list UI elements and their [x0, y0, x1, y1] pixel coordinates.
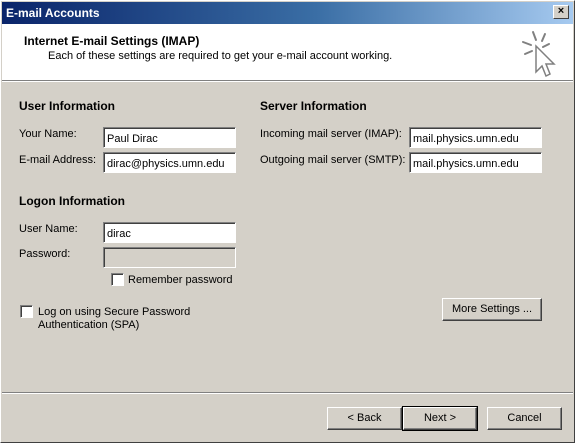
your-name-field[interactable] [103, 127, 236, 148]
outgoing-server-label: Outgoing mail server (SMTP): [260, 154, 406, 166]
close-button[interactable]: × [553, 5, 569, 19]
cancel-button[interactable]: Cancel [487, 407, 562, 430]
incoming-server-label: Incoming mail server (IMAP): [260, 128, 402, 140]
more-settings-button[interactable]: More Settings ... [442, 298, 542, 321]
your-name-label: Your Name: [19, 128, 77, 140]
spa-checkbox[interactable] [20, 305, 33, 318]
email-accounts-dialog: E-mail Accounts × Internet E-mail Settin… [0, 0, 575, 443]
next-button[interactable]: Next > [402, 406, 478, 431]
cursor-sparkle-icon [522, 31, 556, 78]
email-address-field[interactable] [103, 152, 236, 173]
title-bar[interactable]: E-mail Accounts × [2, 2, 573, 24]
user-info-heading: User Information [19, 99, 116, 113]
email-address-label: E-mail Address: [19, 154, 97, 166]
header-panel: Internet E-mail Settings (IMAP) Each of … [2, 24, 573, 80]
outgoing-server-field[interactable] [409, 152, 542, 173]
remember-password-label: Remember password [128, 274, 233, 286]
footer-divider [2, 392, 573, 394]
window-title: E-mail Accounts [6, 6, 100, 20]
back-button[interactable]: < Back [327, 407, 402, 430]
header-subtitle: Each of these settings are required to g… [48, 50, 393, 62]
close-icon: × [557, 5, 565, 17]
remember-password-checkbox[interactable] [111, 273, 124, 286]
user-name-label: User Name: [19, 223, 78, 235]
server-info-heading: Server Information [260, 99, 367, 113]
header-divider [2, 80, 573, 82]
spa-label-line2: Authentication (SPA) [38, 319, 140, 331]
password-field[interactable] [103, 247, 236, 268]
spa-label-line1: Log on using Secure Password [38, 306, 191, 318]
password-label: Password: [19, 248, 71, 260]
header-title: Internet E-mail Settings (IMAP) [24, 34, 200, 48]
logon-info-heading: Logon Information [19, 194, 125, 208]
user-name-field[interactable] [103, 222, 236, 243]
incoming-server-field[interactable] [409, 127, 542, 148]
